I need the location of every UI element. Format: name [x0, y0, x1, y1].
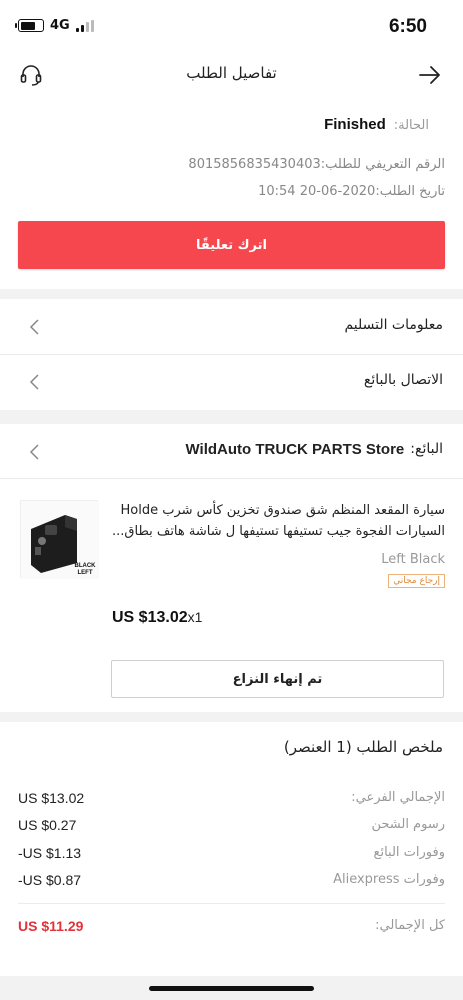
status-time: 6:50 — [388, 16, 427, 37]
summary-label: الإجمالي الفرعي: — [351, 790, 445, 805]
status-indicators: 4G — [15, 18, 94, 33]
delivery-info-row[interactable]: معلومات التسليم — [0, 301, 463, 353]
status-value: Finished — [324, 116, 386, 133]
summary-value: -US $1.13 — [18, 845, 82, 861]
back-arrow-icon[interactable] — [417, 62, 443, 88]
summary-value: US $0.27 — [18, 817, 77, 833]
summary-label: وفورات Aliexpress — [333, 872, 445, 887]
summary-divider — [18, 903, 445, 904]
section-divider — [0, 712, 463, 722]
network-type: 4G — [50, 18, 70, 33]
chevron-left-icon — [29, 374, 39, 390]
contact-seller-row[interactable]: الاتصال بالبائع — [0, 356, 463, 408]
seller-label: البائع: — [410, 441, 443, 457]
summary-title: ملخص الطلب (1 العنصر) — [283, 738, 443, 756]
status-label: الحالة: — [393, 118, 429, 133]
home-indicator[interactable] — [149, 986, 314, 991]
product-title-line2: السيارات الفجوة جيب تستيفها تستيفها ل شا… — [112, 524, 445, 539]
summary-total-row: كل الإجمالي: US $11.29 — [18, 918, 445, 940]
product-title-line1: سيارة المقعد المنظم شق صندوق تخزين كأس ش… — [120, 503, 445, 518]
order-status: الحالة: Finished — [324, 116, 429, 133]
product-quantity: x1 — [187, 609, 203, 625]
product-price: US $13.02 — [112, 609, 188, 626]
summary-value: US $13.02 — [18, 790, 85, 806]
dispute-closed-button[interactable]: تم إنهاء النزاع — [111, 660, 444, 698]
summary-label: رسوم الشحن — [371, 817, 445, 832]
summary-row: رسوم الشحن US $0.27 — [18, 817, 445, 839]
seller-row[interactable]: البائع: WildAuto TRUCK PARTS Store — [0, 427, 463, 477]
order-number: الرقم التعريفي للطلب:8015856835430403 — [188, 157, 445, 172]
section-divider — [0, 410, 463, 424]
leave-feedback-button[interactable]: اترك تعليقًا — [18, 221, 445, 269]
section-divider — [0, 289, 463, 299]
header-bar: تفاصيل الطلب — [0, 52, 463, 98]
product-title[interactable]: سيارة المقعد المنظم شق صندوق تخزين كأس ش… — [105, 500, 445, 542]
page-title: تفاصيل الطلب — [186, 64, 277, 82]
order-date: تاريخ الطلب:2020-06-20 10:54 — [258, 184, 445, 199]
summary-row: وفورات البائع -US $1.13 — [18, 845, 445, 867]
price-row: US $13.02 x1 — [112, 609, 202, 627]
row-divider — [0, 478, 463, 479]
summary-value: -US $0.87 — [18, 872, 82, 888]
product-image[interactable]: BLACK LEFT — [20, 500, 99, 579]
delivery-info-label: معلومات التسليم — [344, 317, 443, 333]
chevron-left-icon — [29, 444, 39, 460]
image-label-line2: LEFT — [78, 570, 93, 576]
image-label-line1: BLACK — [75, 563, 97, 569]
product-thumbnail: BLACK LEFT — [21, 501, 99, 579]
seller-label-group: البائع: WildAuto TRUCK PARTS Store — [186, 441, 443, 458]
row-divider — [0, 354, 463, 355]
summary-label: وفورات البائع — [373, 845, 445, 860]
summary-row: الإجمالي الفرعي: US $13.02 — [18, 790, 445, 812]
summary-row: وفورات Aliexpress -US $0.87 — [18, 872, 445, 894]
contact-seller-label: الاتصال بالبائع — [363, 372, 443, 388]
free-return-badge: إرجاع مجاني — [388, 574, 445, 588]
product-variant: Left Black — [381, 552, 445, 567]
total-label: كل الإجمالي: — [375, 918, 445, 933]
chevron-left-icon — [29, 319, 39, 335]
total-value: US $11.29 — [18, 918, 84, 934]
status-bar: 4G 6:50 — [0, 0, 463, 52]
signal-icon — [75, 19, 94, 32]
battery-icon — [15, 19, 44, 32]
store-name: WildAuto TRUCK PARTS Store — [185, 441, 405, 458]
